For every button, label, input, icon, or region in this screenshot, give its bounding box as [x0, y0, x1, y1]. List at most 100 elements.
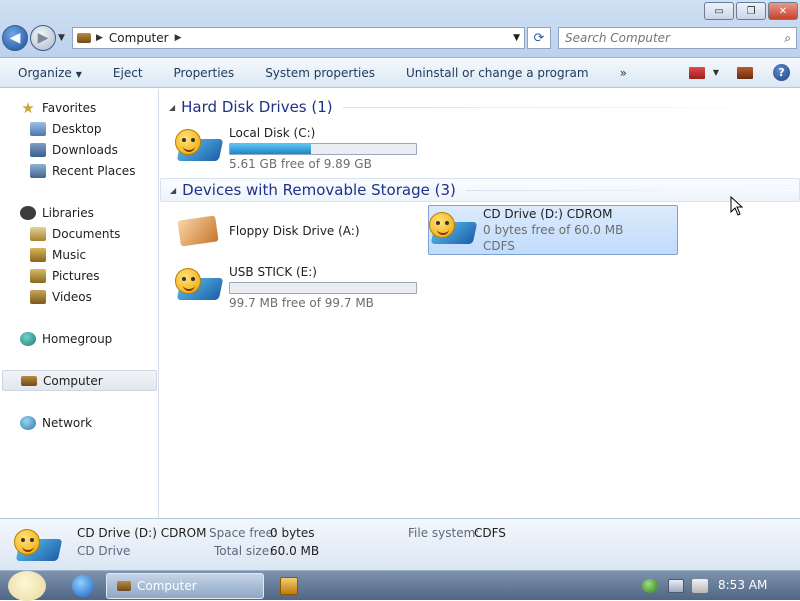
nav-label: Network	[42, 415, 93, 430]
drive-name: USB STICK (E:)	[229, 265, 317, 279]
drive-free-space: 0 bytes free of 60.0 MB	[483, 223, 624, 237]
system-clock[interactable]: 8:53 AM	[718, 578, 767, 592]
cd-drive-icon	[429, 206, 478, 250]
taskbar-app-label: Computer	[137, 579, 197, 593]
group-hard-disk-drives[interactable]: ◢ Hard Disk Drives (1)	[160, 95, 800, 119]
nav-homegroup[interactable]: Homegroup	[2, 328, 157, 349]
drive-usb-e[interactable]: USB STICK (E:) 99.7 MB free of 99.7 MB	[175, 262, 425, 312]
drive-cd-d[interactable]: CD Drive (D:) CDROM 0 bytes free of 60.0…	[428, 205, 678, 255]
preview-pane-icon[interactable]	[737, 66, 753, 79]
window-controls: ▭ ❐ ✕	[702, 2, 798, 20]
drive-free-space: 99.7 MB free of 99.7 MB	[229, 296, 374, 310]
network-status-icon[interactable]	[668, 579, 684, 593]
nav-music[interactable]: Music	[2, 244, 157, 265]
nav-downloads[interactable]: Downloads	[2, 139, 157, 160]
media-player-icon[interactable]	[280, 577, 298, 595]
back-button[interactable]: ◀	[2, 25, 28, 51]
navigation-pane: ★ Favorites Desktop Downloads Recent Plac…	[0, 89, 159, 518]
nav-label: Pictures	[52, 268, 100, 283]
breadcrumb-arrow-icon[interactable]: ▶	[96, 33, 103, 43]
nav-label: Music	[52, 247, 87, 262]
nav-desktop[interactable]: Desktop	[2, 118, 157, 139]
nav-pictures[interactable]: Pictures	[2, 265, 157, 286]
nav-favorites[interactable]: ★ Favorites	[2, 97, 157, 118]
music-icon	[30, 247, 46, 262]
drive-usage-bar	[229, 282, 417, 294]
nav-libraries[interactable]: Libraries	[2, 202, 157, 223]
computer-icon	[77, 33, 91, 43]
eject-button[interactable]: Eject	[95, 66, 156, 80]
search-icon[interactable]: ⌕	[784, 31, 791, 46]
start-button[interactable]	[8, 571, 46, 601]
details-name: CD Drive (D:) CDROM	[77, 526, 207, 540]
computer-icon	[21, 375, 37, 386]
taskbar: Computer 8:53 AM	[0, 570, 800, 601]
nav-label: Videos	[52, 289, 92, 304]
homegroup-icon	[20, 331, 36, 346]
drive-name: CD Drive (D:) CDROM	[483, 207, 613, 221]
action-center-icon[interactable]	[642, 579, 658, 593]
nav-label: Homegroup	[42, 331, 113, 346]
maximize-button[interactable]: ❐	[736, 2, 766, 20]
internet-explorer-icon[interactable]	[72, 575, 94, 597]
organize-label: Organize	[18, 65, 72, 80]
details-file-system-label: File system:	[408, 526, 480, 540]
nav-label: Libraries	[42, 205, 94, 220]
nav-documents[interactable]: Documents	[2, 223, 157, 244]
nav-computer[interactable]: Computer	[2, 370, 157, 391]
system-properties-button[interactable]: System properties	[247, 66, 388, 80]
forward-button[interactable]: ▶	[30, 25, 56, 51]
recent-pages-dropdown-icon[interactable]: ▼	[58, 33, 65, 43]
address-bar[interactable]: ▶ Computer ▶ ▼	[72, 27, 525, 49]
details-total-size-value: 60.0 MB	[270, 544, 320, 558]
nav-label: Downloads	[52, 142, 118, 157]
nav-label: Documents	[52, 226, 121, 241]
documents-icon	[30, 226, 46, 241]
drive-local-disk-c[interactable]: Local Disk (C:) 5.61 GB free of 9.89 GB	[175, 123, 425, 173]
downloads-icon	[30, 142, 46, 157]
mouse-cursor-icon	[730, 195, 744, 219]
volume-muted-icon[interactable]	[692, 579, 708, 593]
group-divider	[342, 106, 800, 108]
group-divider	[465, 189, 799, 191]
drive-usage-fill	[230, 144, 311, 154]
star-icon: ★	[21, 98, 35, 117]
drive-floppy-a[interactable]: Floppy Disk Drive (A:)	[175, 208, 425, 258]
nav-videos[interactable]: Videos	[2, 286, 157, 307]
nav-network[interactable]: Network	[2, 412, 157, 433]
view-options-dropdown-icon[interactable]: ▼	[713, 68, 719, 77]
refresh-button[interactable]: ⟳	[527, 27, 551, 49]
collapse-triangle-icon[interactable]: ◢	[170, 186, 176, 195]
collapse-triangle-icon[interactable]: ◢	[169, 103, 175, 112]
search-box[interactable]: ⌕	[558, 27, 797, 49]
group-title: Hard Disk Drives (1)	[181, 98, 333, 116]
breadcrumb-computer[interactable]: Computer	[109, 31, 169, 45]
desktop-icon	[30, 121, 46, 136]
details-total-size-label: Total size:	[214, 544, 274, 558]
floppy-drive-icon	[175, 208, 223, 252]
cd-drive-icon	[14, 523, 68, 567]
breadcrumb-arrow-icon[interactable]: ▶	[175, 33, 182, 43]
address-dropdown-icon[interactable]: ▼	[513, 33, 520, 43]
change-view-icon[interactable]	[688, 66, 705, 79]
organize-button[interactable]: Organize ▼	[0, 66, 95, 80]
recent-places-icon	[30, 163, 46, 178]
nav-recent-places[interactable]: Recent Places	[2, 160, 157, 181]
taskbar-explorer-window[interactable]: Computer	[106, 573, 264, 599]
details-file-system-value: CDFS	[474, 526, 506, 540]
minimize-button[interactable]: ▭	[704, 2, 734, 20]
nav-label: Computer	[43, 373, 103, 388]
properties-button[interactable]: Properties	[156, 66, 248, 80]
search-input[interactable]	[565, 31, 765, 45]
videos-icon	[30, 289, 46, 304]
help-icon[interactable]: ?	[773, 64, 790, 81]
group-removable-storage[interactable]: ◢ Devices with Removable Storage (3)	[160, 178, 800, 202]
pictures-icon	[30, 268, 46, 283]
drive-usage-bar	[229, 143, 417, 155]
details-pane: CD Drive (D:) CDROM CD Drive Space free:…	[0, 518, 800, 570]
close-button[interactable]: ✕	[768, 2, 798, 20]
uninstall-program-button[interactable]: Uninstall or change a program	[388, 66, 602, 80]
network-icon	[20, 415, 36, 430]
more-commands-button[interactable]: »	[602, 66, 640, 80]
drive-name: Local Disk (C:)	[229, 126, 316, 140]
